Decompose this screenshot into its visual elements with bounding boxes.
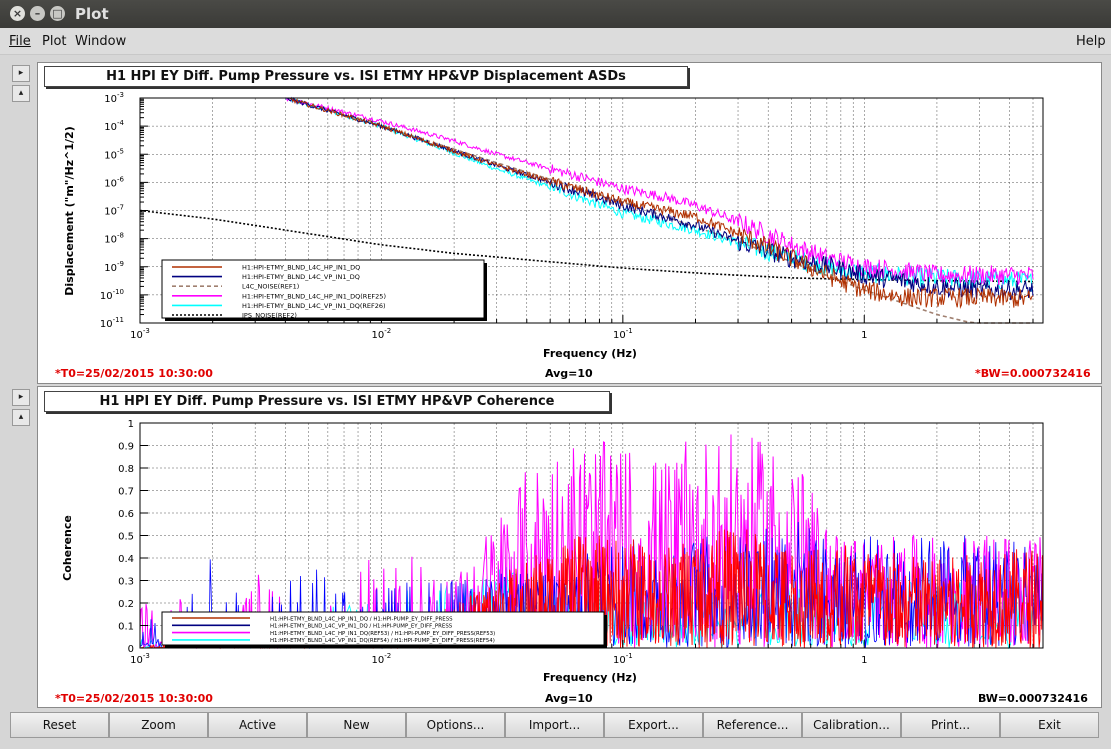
- x-tick-label: 1: [861, 330, 867, 341]
- window-title: Plot: [75, 5, 109, 23]
- reference-button[interactable]: Reference...: [703, 712, 802, 738]
- menu-bar: File Plot Window Help: [0, 28, 1111, 55]
- new-button[interactable]: New: [307, 712, 406, 738]
- y-tick-label: 0.2: [118, 599, 134, 610]
- coherence-t0: *T0=25/02/2015 10:30:00: [55, 692, 213, 705]
- coherence-legend: H1:HPI-ETMY_BLND_L4C_HP_IN1_DQ / H1:HPI-…: [161, 611, 607, 648]
- legend-label: H1:HPI-ETMY_BLND_L4C_VP_IN1_DQ / H1:HPI-…: [270, 624, 453, 630]
- asd-avg: Avg=10: [545, 367, 593, 380]
- y-tick-label: 10-9: [104, 260, 124, 274]
- coherence-ylabel: Coherence: [61, 515, 74, 581]
- legend-label: H1:HPI-ETMY_BLND_L4C_HP_IN1_DQ / H1:HPI-…: [270, 616, 453, 622]
- expand-right-icon[interactable]: ▸: [12, 389, 30, 406]
- exit-button[interactable]: Exit: [1000, 712, 1099, 738]
- x-tick-label: 1: [861, 655, 867, 666]
- y-tick-label: 10-10: [100, 288, 124, 302]
- asd-t0: *T0=25/02/2015 10:30:00: [55, 367, 213, 380]
- plot-title-coherence: H1 HPI EY Diff. Pump Pressure vs. ISI ET…: [44, 391, 610, 412]
- x-tick-label: 10-2: [372, 327, 392, 341]
- legend-label: H1:HPI-ETMY_BLND_L4C_VP_IN1_DQ(REF54) / …: [270, 638, 495, 644]
- x-tick-label: 10-1: [613, 327, 633, 341]
- legend-label: H1:HPI-ETMY_BLND_L4C_VP_IN1_DQ(REF26): [242, 302, 386, 310]
- y-tick-label: 0.5: [118, 532, 134, 543]
- legend-label: H1:HPI-ETMY_BLND_L4C_HP_IN1_DQ(REF53) / …: [270, 631, 495, 637]
- legend-label: IPS_NOISE(REF2): [242, 312, 297, 320]
- legend-label: H1:HPI-ETMY_BLND_L4C_HP_IN1_DQ(REF25): [242, 292, 386, 300]
- y-tick-label: 10-8: [104, 232, 124, 246]
- legend-label: L4C_NOISE(REF1): [242, 283, 299, 291]
- y-tick-label: 0.6: [118, 509, 134, 520]
- legend-label: H1:HPI-ETMY_BLND_L4C_VP_IN1_DQ: [242, 273, 360, 281]
- button-bar: Reset Zoom Active New Options... Import.…: [8, 712, 1103, 738]
- x-tick-label: 10-1: [613, 652, 633, 666]
- import-button[interactable]: Import...: [505, 712, 604, 738]
- options-button[interactable]: Options...: [406, 712, 505, 738]
- expand-right-icon[interactable]: ▸: [12, 65, 30, 82]
- y-tick-label: 1: [128, 419, 134, 430]
- y-tick-label: 10-5: [104, 147, 124, 161]
- y-tick-label: 0.4: [118, 554, 134, 565]
- asd-legend: H1:HPI-ETMY_BLND_L4C_HP_IN1_DQH1:HPI-ETM…: [161, 259, 487, 321]
- asd-chart[interactable]: 10-3 10-2 10-1 110-1110-1010-910-810-710-61…: [38, 86, 1098, 376]
- window-titlebar: × – □ Plot: [0, 0, 1111, 28]
- y-tick-label: 0.9: [118, 442, 134, 453]
- plot-title-asd: H1 HPI EY Diff. Pump Pressure vs. ISI ET…: [44, 66, 688, 87]
- coherence-chart[interactable]: 10-3 10-2 10-1 100.10.20.30.40.50.60.70.80.…: [38, 410, 1098, 700]
- print-button[interactable]: Print...: [901, 712, 1000, 738]
- menu-file[interactable]: File: [9, 34, 31, 49]
- menu-window[interactable]: Window: [75, 34, 126, 49]
- y-tick-label: 0.3: [118, 577, 134, 588]
- x-tick-label: 10-3: [130, 327, 150, 341]
- coherence-avg: Avg=10: [545, 692, 593, 705]
- y-tick-label: 10-3: [104, 91, 124, 105]
- asd-bw: *BW=0.000732416: [975, 367, 1091, 380]
- coherence-bw: BW=0.000732416: [978, 692, 1088, 705]
- maximize-icon[interactable]: □: [50, 6, 65, 21]
- close-icon[interactable]: ×: [10, 6, 25, 21]
- active-button[interactable]: Active: [208, 712, 307, 738]
- asd-ylabel: Displacement ("m"/Hz^1/2): [63, 126, 76, 296]
- y-tick-label: 10-4: [104, 119, 124, 133]
- x-tick-label: 10-2: [372, 652, 392, 666]
- y-tick-label: 10-11: [100, 316, 124, 330]
- y-tick-label: 10-6: [104, 175, 124, 189]
- collapse-up-icon[interactable]: ▴: [12, 85, 30, 102]
- coherence-xlabel: Frequency (Hz): [543, 671, 637, 684]
- y-tick-label: 0.1: [118, 622, 134, 633]
- y-tick-label: 10-7: [104, 204, 124, 218]
- legend-label: H1:HPI-ETMY_BLND_L4C_HP_IN1_DQ: [242, 264, 360, 272]
- menu-help[interactable]: Help: [1076, 34, 1106, 49]
- minimize-icon[interactable]: –: [30, 6, 45, 21]
- calibration-button[interactable]: Calibration...: [802, 712, 901, 738]
- y-tick-label: 0: [128, 644, 134, 655]
- y-tick-label: 0.8: [118, 464, 134, 475]
- menu-plot[interactable]: Plot: [42, 34, 67, 49]
- zoom-button[interactable]: Zoom: [109, 712, 208, 738]
- collapse-up-icon[interactable]: ▴: [12, 409, 30, 426]
- export-button[interactable]: Export...: [604, 712, 703, 738]
- y-tick-label: 0.7: [118, 487, 134, 498]
- reset-button[interactable]: Reset: [10, 712, 109, 738]
- asd-xlabel: Frequency (Hz): [543, 347, 637, 360]
